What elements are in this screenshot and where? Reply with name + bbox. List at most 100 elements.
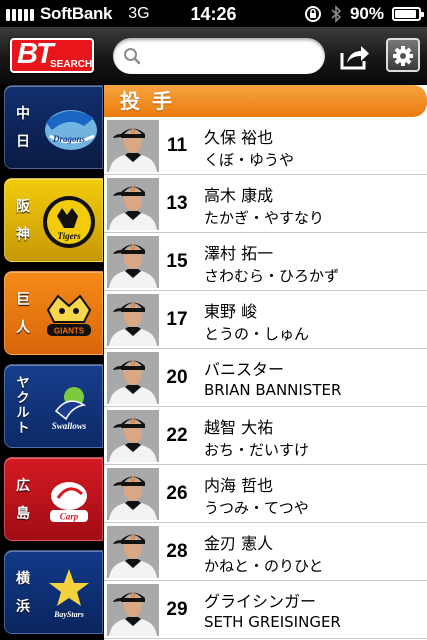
team-tab-yakult[interactable]: ヤ ク ル ト Swallows [4,364,103,448]
team-tab-hiroshima[interactable]: 広 島 Carp [4,457,103,541]
player-row[interactable]: G 17 東野 峻 とうの・しゅん [104,291,427,349]
player-photo-image: G [107,410,159,462]
player-reading: かねと・のりひと [204,557,324,575]
svg-text:G: G [131,361,136,367]
player-row[interactable]: G 15 澤村 拓一 さわむら・ひろかず [104,233,427,291]
rotation-lock-icon [304,6,321,22]
share-icon[interactable] [339,41,371,71]
player-name: 越智 大祐 [204,418,274,437]
team-label-char: 島 [16,506,30,522]
player-row[interactable]: G 26 内海 哲也 うつみ・てつや [104,465,427,523]
team-label-char: ル [16,406,30,421]
svg-text:G: G [131,129,136,135]
giants-logo-icon: GIANTS [46,294,92,336]
team-logo-text: Carp [60,512,79,522]
svg-text:G: G [131,303,136,309]
dragons-logo-icon: Dragons [45,110,97,150]
player-row[interactable]: G 11 久保 裕也 くぼ・ゆうや [104,117,427,175]
search-icon [124,48,141,65]
player-reading: たかぎ・やすなり [204,209,325,227]
team-label-char: 広 [16,478,30,494]
battery-icon [392,7,424,21]
player-row[interactable]: G 13 高木 康成 たかぎ・やすなり [104,175,427,233]
player-photo: G [107,410,159,462]
player-photo: G [107,120,159,172]
settings-button[interactable] [386,38,420,72]
player-name: 久保 裕也 [204,128,274,147]
logo-sub-text: SEARCH [50,59,93,70]
search-input[interactable] [145,44,315,68]
team-tab-yokohama[interactable]: 横 浜 BayStars [4,550,103,634]
player-number: 20 [166,367,188,388]
gear-icon [393,46,413,66]
player-photo: G [107,584,159,636]
team-tab-chunichi[interactable]: 中 日 Dragons [4,85,103,169]
player-number: 26 [166,483,188,504]
player-photo-image: G [107,352,159,404]
player-number: 17 [166,309,188,330]
svg-text:G: G [131,419,136,425]
baystars-logo-icon: BayStars [49,569,89,619]
team-label: 広 島 [13,458,33,540]
team-label-char: 日 [16,134,30,150]
player-photo: G [107,236,159,288]
team-tab-hanshin[interactable]: 阪 神 Tigers [4,178,103,262]
team-label: 横 浜 [13,551,33,633]
player-row[interactable]: G 28 金刃 憲人 かねと・のりひと [104,523,427,581]
player-reading: とうの・しゅん [204,325,310,343]
team-label: 阪 神 [13,179,33,261]
player-photo: G [107,526,159,578]
search-box[interactable] [113,38,325,74]
player-photo-image: G [107,120,159,172]
player-name: 金刃 憲人 [204,534,274,553]
player-name: 東野 峻 [204,302,258,321]
svg-text:G: G [131,245,136,251]
player-reading: SETH GREISINGER [204,613,341,631]
player-photo-image: G [107,584,159,636]
svg-text:G: G [131,593,136,599]
player-number: 29 [166,599,188,620]
team-logo-text: BayStars [53,610,84,619]
player-number: 13 [166,193,188,214]
team-label-char: 中 [16,106,30,122]
player-reading: くぼ・ゆうや [204,151,295,169]
logo-main-text: BT [17,38,54,70]
player-row[interactable]: G 22 越智 大祐 おち・だいすけ [104,407,427,465]
team-logo-text: Dragons [52,134,86,144]
player-photo-image: G [107,294,159,346]
player-number: 15 [166,251,188,272]
team-logo-text: GIANTS [54,327,85,336]
player-reading: うつみ・てつや [204,499,309,517]
battery-fill [395,10,416,18]
player-reading: さわむら・ひろかず [204,267,340,285]
top-toolbar: BT SEARCH [0,27,427,85]
battery-percent: 90% [349,4,384,23]
section-header-pitchers: 投手 [104,85,427,117]
bt-search-logo[interactable]: BT SEARCH [10,38,94,73]
team-logo-text: Tigers [57,231,81,241]
player-photo: G [107,468,159,520]
player-photo-image: G [107,526,159,578]
player-name: 高木 康成 [204,186,274,205]
player-photo-image: G [107,236,159,288]
player-photo: G [107,294,159,346]
status-bar: SoftBank 3G 14:26 90% [0,0,427,27]
team-label-char: 横 [16,571,30,587]
team-label: ヤ ク ル ト [13,365,33,447]
svg-text:G: G [131,187,136,193]
player-number: 22 [166,425,188,446]
player-row[interactable]: G 29 グライシンガー SETH GREISINGER [104,581,427,639]
bluetooth-icon [331,5,342,23]
team-label: 巨 人 [13,272,33,354]
team-label-char: ト [16,421,30,436]
team-label-char: 浜 [16,599,30,615]
player-photo: G [107,178,159,230]
team-label: 中 日 [13,86,33,168]
player-list-panel: 投手 G 11 久保 裕也 くぼ・ゆうや G 13 高木 康成 たかぎ・やすなり… [104,85,427,640]
player-number: 11 [166,135,188,156]
player-row[interactable]: G 20 バニスター BRIAN BANNISTER [104,349,427,407]
player-number: 28 [166,541,188,562]
player-name: 澤村 拓一 [204,244,274,263]
player-reading: おち・だいすけ [204,441,310,459]
team-tab-giants[interactable]: 巨 人 GIANTS [4,271,103,355]
